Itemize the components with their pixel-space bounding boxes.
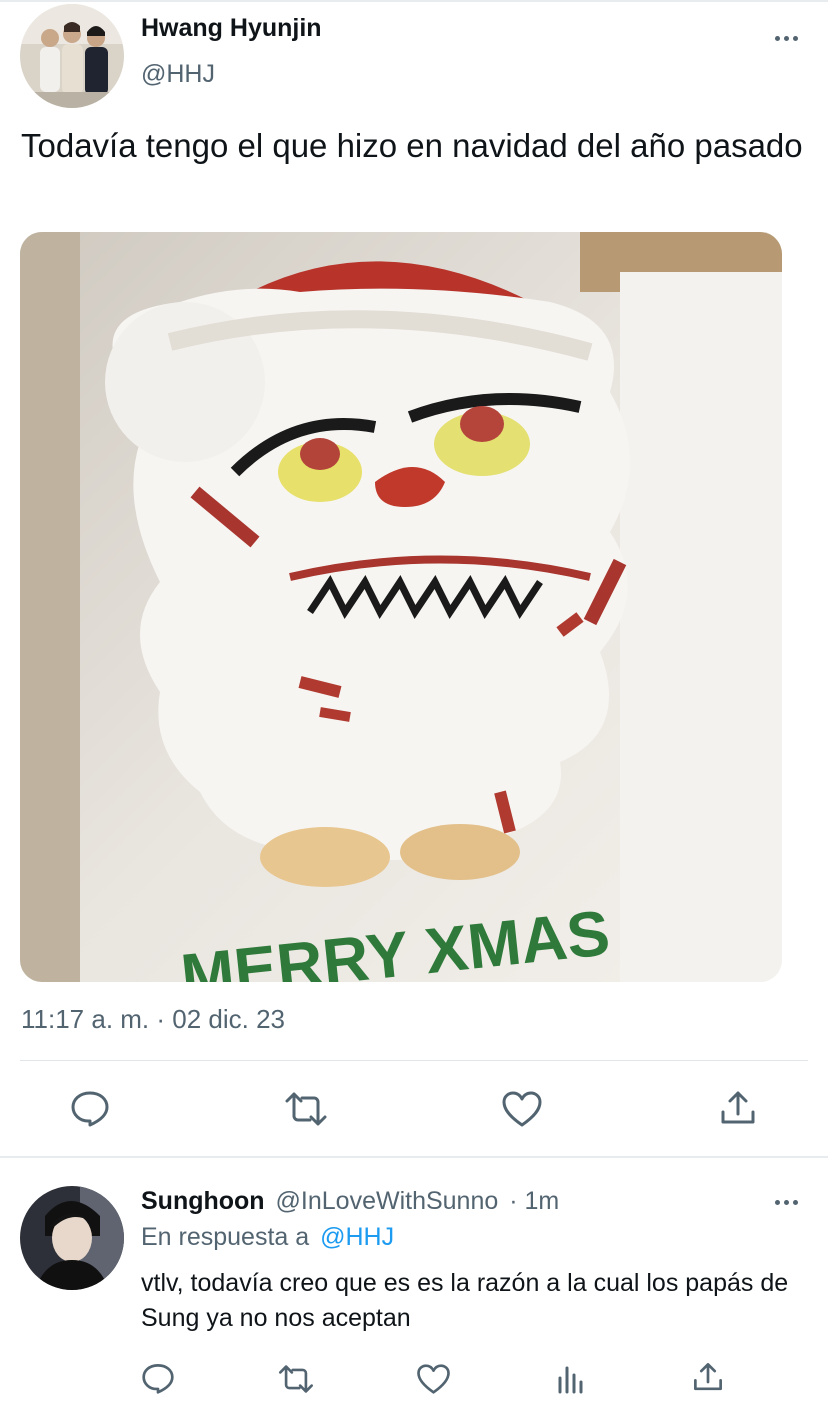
reply-author-handle[interactable]: @InLoveWithSunno — [276, 1187, 499, 1215]
divider — [20, 1060, 808, 1061]
author-name[interactable]: Hwang Hyunjin — [141, 14, 322, 43]
reply-header: Sunghoon @InLoveWithSunno · 1m — [141, 1187, 559, 1216]
reply-author-name[interactable]: Sunghoon — [141, 1187, 265, 1215]
like-icon[interactable] — [501, 1090, 543, 1128]
retweet-icon[interactable] — [283, 1090, 329, 1128]
replying-to-handle[interactable]: @HHJ — [320, 1223, 394, 1251]
author-handle[interactable]: @HHJ — [141, 60, 215, 89]
reply-text: vtlv, todavía creo que es es la razón a … — [141, 1269, 789, 1332]
reply-share-icon[interactable] — [692, 1360, 724, 1394]
tweet-text: Todavía tengo el que hizo en navidad del… — [21, 127, 803, 164]
reply-icon[interactable] — [70, 1089, 110, 1127]
share-icon[interactable] — [719, 1088, 757, 1128]
author-avatar[interactable] — [20, 4, 124, 108]
top-border — [0, 0, 828, 2]
reply-more-options-icon[interactable] — [775, 1200, 798, 1205]
reply-retweet-icon[interactable] — [277, 1363, 315, 1395]
reply-author-avatar[interactable] — [20, 1186, 124, 1290]
reply-reply-icon[interactable] — [141, 1362, 175, 1394]
replying-to-prefix: En respuesta a — [141, 1223, 310, 1251]
reply-time[interactable]: · 1m — [509, 1187, 559, 1215]
reply-views-icon[interactable] — [556, 1362, 586, 1394]
replying-to-line: En respuesta a @HHJ — [141, 1223, 394, 1252]
reply-like-icon[interactable] — [416, 1363, 451, 1395]
more-options-icon[interactable] — [775, 36, 798, 41]
tweet-timestamp[interactable]: 11:17 a. m. · 02 dic. 23 — [21, 1004, 285, 1035]
section-separator — [0, 1156, 828, 1158]
tweet-image[interactable]: MERRY XMAS — [20, 232, 782, 982]
